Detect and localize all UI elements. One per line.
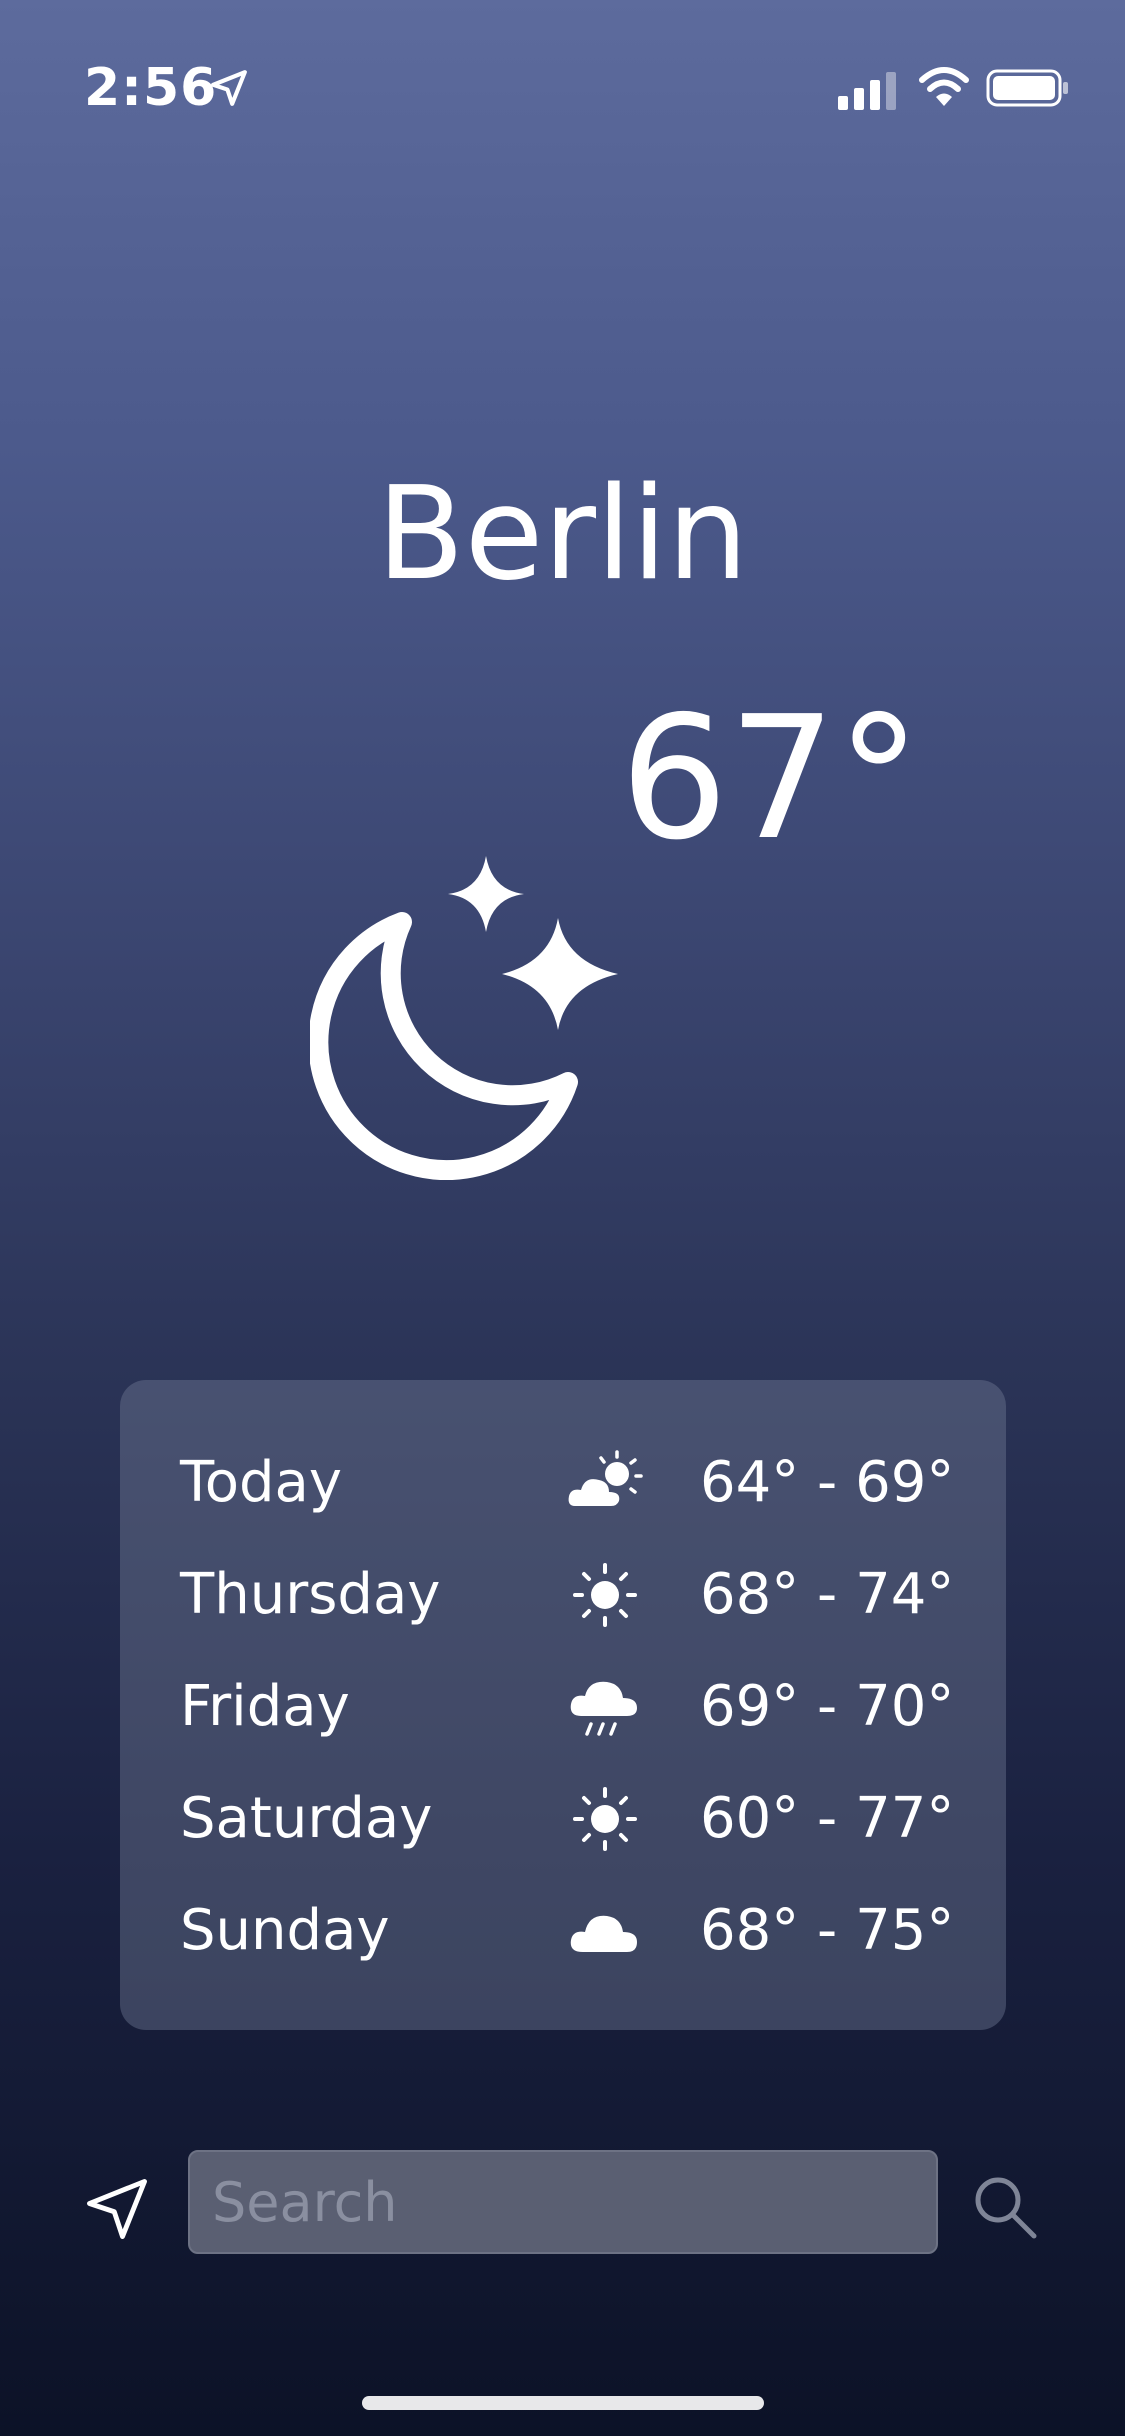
forecast-day: Saturday xyxy=(180,1786,433,1851)
current-temperature: 67° xyxy=(620,680,922,878)
forecast-row-friday: Friday 69° - 70° xyxy=(120,1646,1006,1758)
forecast-day: Thursday xyxy=(180,1562,441,1627)
forecast-row-saturday: Saturday 60° - 77° xyxy=(120,1758,1006,1870)
forecast-day: Friday xyxy=(180,1674,350,1739)
forecast-range: 60° - 77° xyxy=(700,1786,955,1851)
forecast-card: Today 64° - 69° Thursday 68° - 74° Frida… xyxy=(120,1380,1006,2030)
forecast-range: 69° - 70° xyxy=(700,1674,955,1739)
moon-stars-icon xyxy=(310,856,618,1180)
status-bar: 2:56 xyxy=(0,0,1125,140)
forecast-row-today: Today 64° - 69° xyxy=(120,1422,1006,1534)
rain-icon xyxy=(570,1681,637,1736)
home-indicator[interactable] xyxy=(362,2396,764,2410)
partly-cloudy-icon xyxy=(568,1450,643,1506)
cellular-signal-icon xyxy=(838,72,896,110)
forecast-day: Sunday xyxy=(180,1898,390,1963)
current-location-button[interactable] xyxy=(84,2176,150,2242)
sun-icon xyxy=(573,1787,637,1851)
bottom-bar xyxy=(0,2150,1125,2260)
cloud-icon xyxy=(570,1915,637,1952)
forecast-row-sunday: Sunday 68° - 75° xyxy=(120,1870,1006,1982)
wifi-icon xyxy=(919,67,969,106)
city-name: Berlin xyxy=(376,460,749,609)
search-input[interactable] xyxy=(188,2150,938,2254)
forecast-day: Today xyxy=(180,1450,342,1515)
forecast-range: 68° - 74° xyxy=(700,1562,955,1627)
forecast-row-thursday: Thursday 68° - 74° xyxy=(120,1534,1006,1646)
forecast-range: 68° - 75° xyxy=(700,1898,955,1963)
sun-icon xyxy=(573,1563,637,1627)
search-icon[interactable] xyxy=(970,2172,1040,2242)
forecast-range: 64° - 69° xyxy=(700,1450,955,1515)
battery-icon xyxy=(986,69,1068,107)
location-arrow-icon xyxy=(211,70,247,106)
status-time: 2:56 xyxy=(84,58,218,118)
